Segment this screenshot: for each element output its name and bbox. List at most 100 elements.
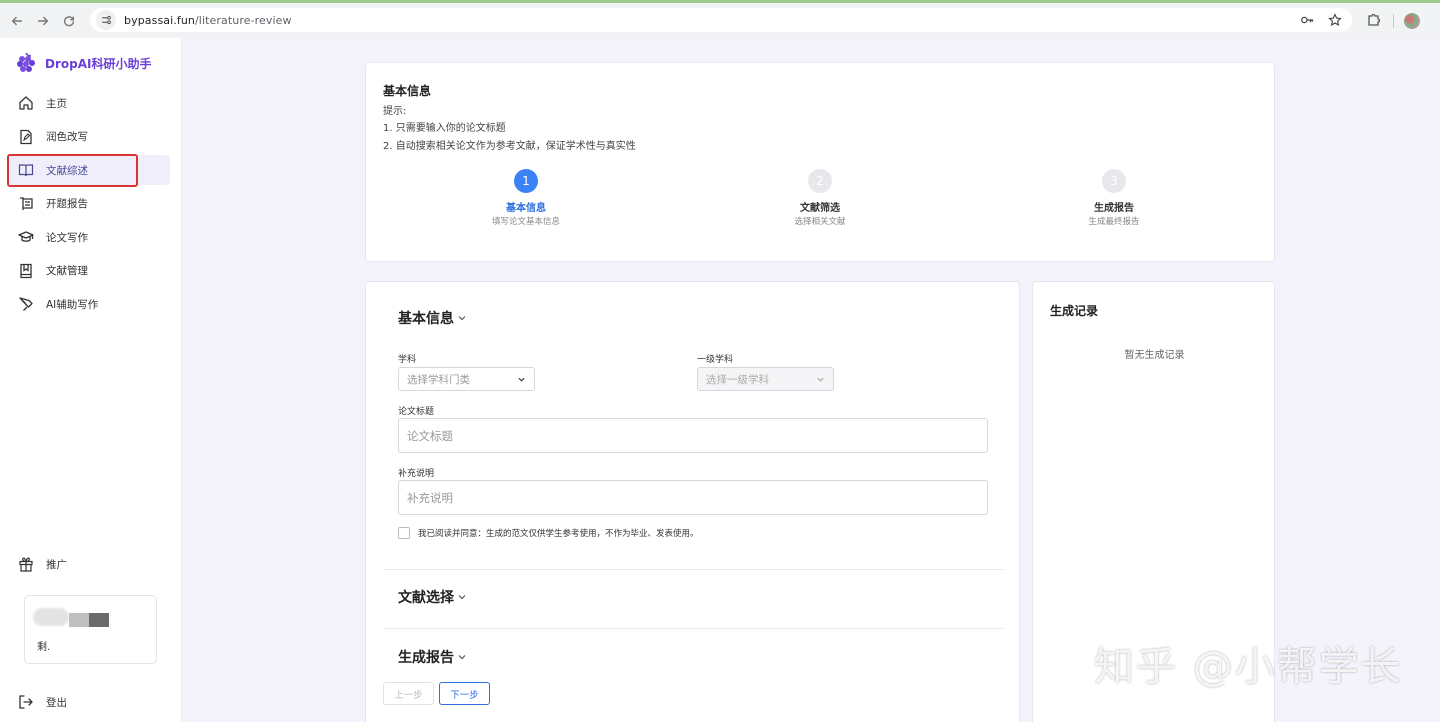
- step-subtitle: 生成最终报告: [1088, 217, 1140, 227]
- sidebar-item-label: 开题报告: [46, 198, 88, 210]
- hint-line-1: 1. 只需要输入你的论文标题: [383, 123, 506, 134]
- subject-label: 学科: [398, 355, 417, 365]
- home-icon: [19, 96, 33, 110]
- level1-placeholder: 选择一级学科: [706, 373, 769, 386]
- sidebar-item-proposal[interactable]: 开题报告: [8, 189, 170, 219]
- sidebar-item-thesis-writing[interactable]: 论文写作: [8, 222, 170, 252]
- level1-subject-select[interactable]: 选择一级学科: [697, 367, 834, 391]
- document-edit-icon: [20, 129, 32, 144]
- agreement-checkbox[interactable]: [398, 527, 410, 539]
- step-title: 生成报告: [1094, 203, 1134, 214]
- sidebar-item-label: AI辅助写作: [46, 298, 99, 311]
- sidebar-item-label: 论文写作: [46, 231, 88, 244]
- agreement-text: 我已阅读并同意：生成的范文仅供学生参考使用，不作为毕业、发表使用。: [418, 529, 699, 539]
- section-title: 生成报告: [398, 650, 454, 666]
- report-icon: [20, 196, 33, 210]
- redacted-area: [33, 608, 69, 626]
- form-card: 基本信息 学科 选择学科门类 一级学科 选择一级学科 论文标题 论文标题 补充说…: [365, 281, 1020, 722]
- user-card: 剩.: [24, 595, 157, 664]
- highlight-box: [7, 154, 138, 187]
- sidebar-item-label: 主页: [46, 97, 67, 110]
- info-title: 基本信息: [383, 84, 432, 98]
- step-3[interactable]: 3 生成报告 生成最终报告: [1034, 169, 1194, 227]
- reload-icon[interactable]: [58, 10, 80, 32]
- back-arrow-icon[interactable]: [6, 10, 28, 32]
- section-title: 基本信息: [398, 311, 454, 327]
- step-number: 2: [808, 169, 832, 193]
- sidebar-item-ai-writing[interactable]: AI辅助写作: [8, 289, 170, 319]
- redacted-area: [69, 613, 89, 627]
- brand[interactable]: DropAI科研小助手: [16, 52, 151, 74]
- step-number: 1: [514, 169, 538, 193]
- subject-select[interactable]: 选择学科门类: [398, 367, 535, 391]
- chevron-down-icon: [458, 595, 466, 600]
- bookmark-star-icon[interactable]: [1328, 12, 1342, 31]
- pen-icon: [19, 297, 33, 311]
- url-host: bypassai.fun: [124, 13, 195, 27]
- logout-label: 登出: [46, 696, 67, 709]
- profile-avatar[interactable]: [1404, 13, 1420, 29]
- records-empty: 暂无生成记录: [1124, 350, 1185, 361]
- toolbar-divider: [1393, 14, 1394, 28]
- note-placeholder: 补充说明: [407, 490, 453, 505]
- brand-name: DropAI科研小助手: [45, 56, 152, 71]
- step-1[interactable]: 1 基本信息 填写论文基本信息: [446, 169, 606, 227]
- url-text: bypassai.fun/literature-review: [124, 14, 292, 27]
- site-info-icon[interactable]: [96, 10, 116, 30]
- note-label: 补充说明: [398, 469, 435, 479]
- subject-placeholder: 选择学科门类: [407, 373, 470, 386]
- sidebar-item-literature-management[interactable]: 文献管理: [8, 256, 170, 286]
- section-divider: [383, 569, 1003, 570]
- sidebar-item-label: 润色改写: [46, 131, 88, 143]
- title-placeholder: 论文标题: [407, 428, 453, 443]
- section-divider: [383, 628, 1003, 629]
- graduation-cap-icon: [18, 231, 34, 242]
- redacted-area: [89, 613, 109, 627]
- chevron-down-icon: [458, 316, 466, 321]
- url-path: /literature-review: [195, 13, 292, 27]
- step-subtitle: 选择相关文献: [794, 217, 846, 227]
- browser-toolbar: bypassai.fun/literature-review: [0, 0, 1440, 38]
- prev-step-button[interactable]: 上一步: [383, 682, 434, 705]
- extensions-puzzle-icon[interactable]: [1366, 12, 1382, 28]
- step-title: 文献筛选: [800, 203, 840, 214]
- user-remaining: 剩.: [37, 642, 51, 653]
- password-key-icon[interactable]: [1300, 12, 1314, 31]
- sidebar-item-promotion[interactable]: 推广: [18, 556, 67, 572]
- title-input[interactable]: 论文标题: [398, 418, 988, 453]
- chevron-down-icon: [458, 655, 466, 660]
- logout-icon: [19, 695, 33, 709]
- hint-line-2: 2. 自动搜索相关论文作为参考文献，保证学术性与真实性: [383, 141, 636, 152]
- hint-label: 提示:: [383, 106, 407, 117]
- promotion-label: 推广: [46, 558, 67, 571]
- next-step-button[interactable]: 下一步: [439, 682, 490, 705]
- sidebar-menu: 主页 润色改写 文献综述 开题报告 论文写作 文献管理 AI辅助写作: [7, 88, 170, 323]
- sidebar-item-label: 文献管理: [46, 265, 88, 277]
- records-title: 生成记录: [1050, 304, 1099, 318]
- sidebar-item-literature-review[interactable]: 文献综述: [7, 154, 170, 187]
- title-label: 论文标题: [398, 407, 435, 417]
- watermark: 知乎 @小帮学长: [1094, 644, 1403, 690]
- section-generate-report[interactable]: 生成报告: [398, 647, 467, 667]
- info-card: 基本信息 提示: 1. 只需要输入你的论文标题 2. 自动搜索相关论文作为参考文…: [365, 62, 1275, 262]
- step-number: 3: [1102, 169, 1126, 193]
- logout-button[interactable]: 登出: [18, 694, 67, 710]
- chevron-down-icon: [817, 377, 824, 382]
- section-title: 文献选择: [398, 590, 454, 606]
- sidebar-item-polish[interactable]: 润色改写: [8, 122, 170, 152]
- step-2[interactable]: 2 文献筛选 选择相关文献: [740, 169, 900, 227]
- level1-subject-label: 一级学科: [697, 355, 734, 365]
- sidebar-item-home[interactable]: 主页: [8, 88, 170, 118]
- section-literature-selection[interactable]: 文献选择: [398, 587, 467, 607]
- forward-arrow-icon[interactable]: [32, 10, 54, 32]
- chevron-down-icon: [518, 377, 525, 382]
- section-basic-info[interactable]: 基本信息: [398, 308, 467, 328]
- address-bar[interactable]: bypassai.fun/literature-review: [90, 8, 1352, 32]
- gift-icon: [19, 557, 33, 572]
- step-subtitle: 填写论文基本信息: [491, 217, 560, 227]
- steps: 1 基本信息 填写论文基本信息 2 文献筛选 选择相关文献 3 生成报告 生成最…: [366, 169, 1276, 229]
- agreement[interactable]: 我已阅读并同意：生成的范文仅供学生参考使用，不作为毕业、发表使用。: [398, 527, 699, 539]
- note-input[interactable]: 补充说明: [398, 480, 988, 515]
- grape-logo-icon: [17, 52, 35, 72]
- bookmark-icon: [20, 263, 32, 278]
